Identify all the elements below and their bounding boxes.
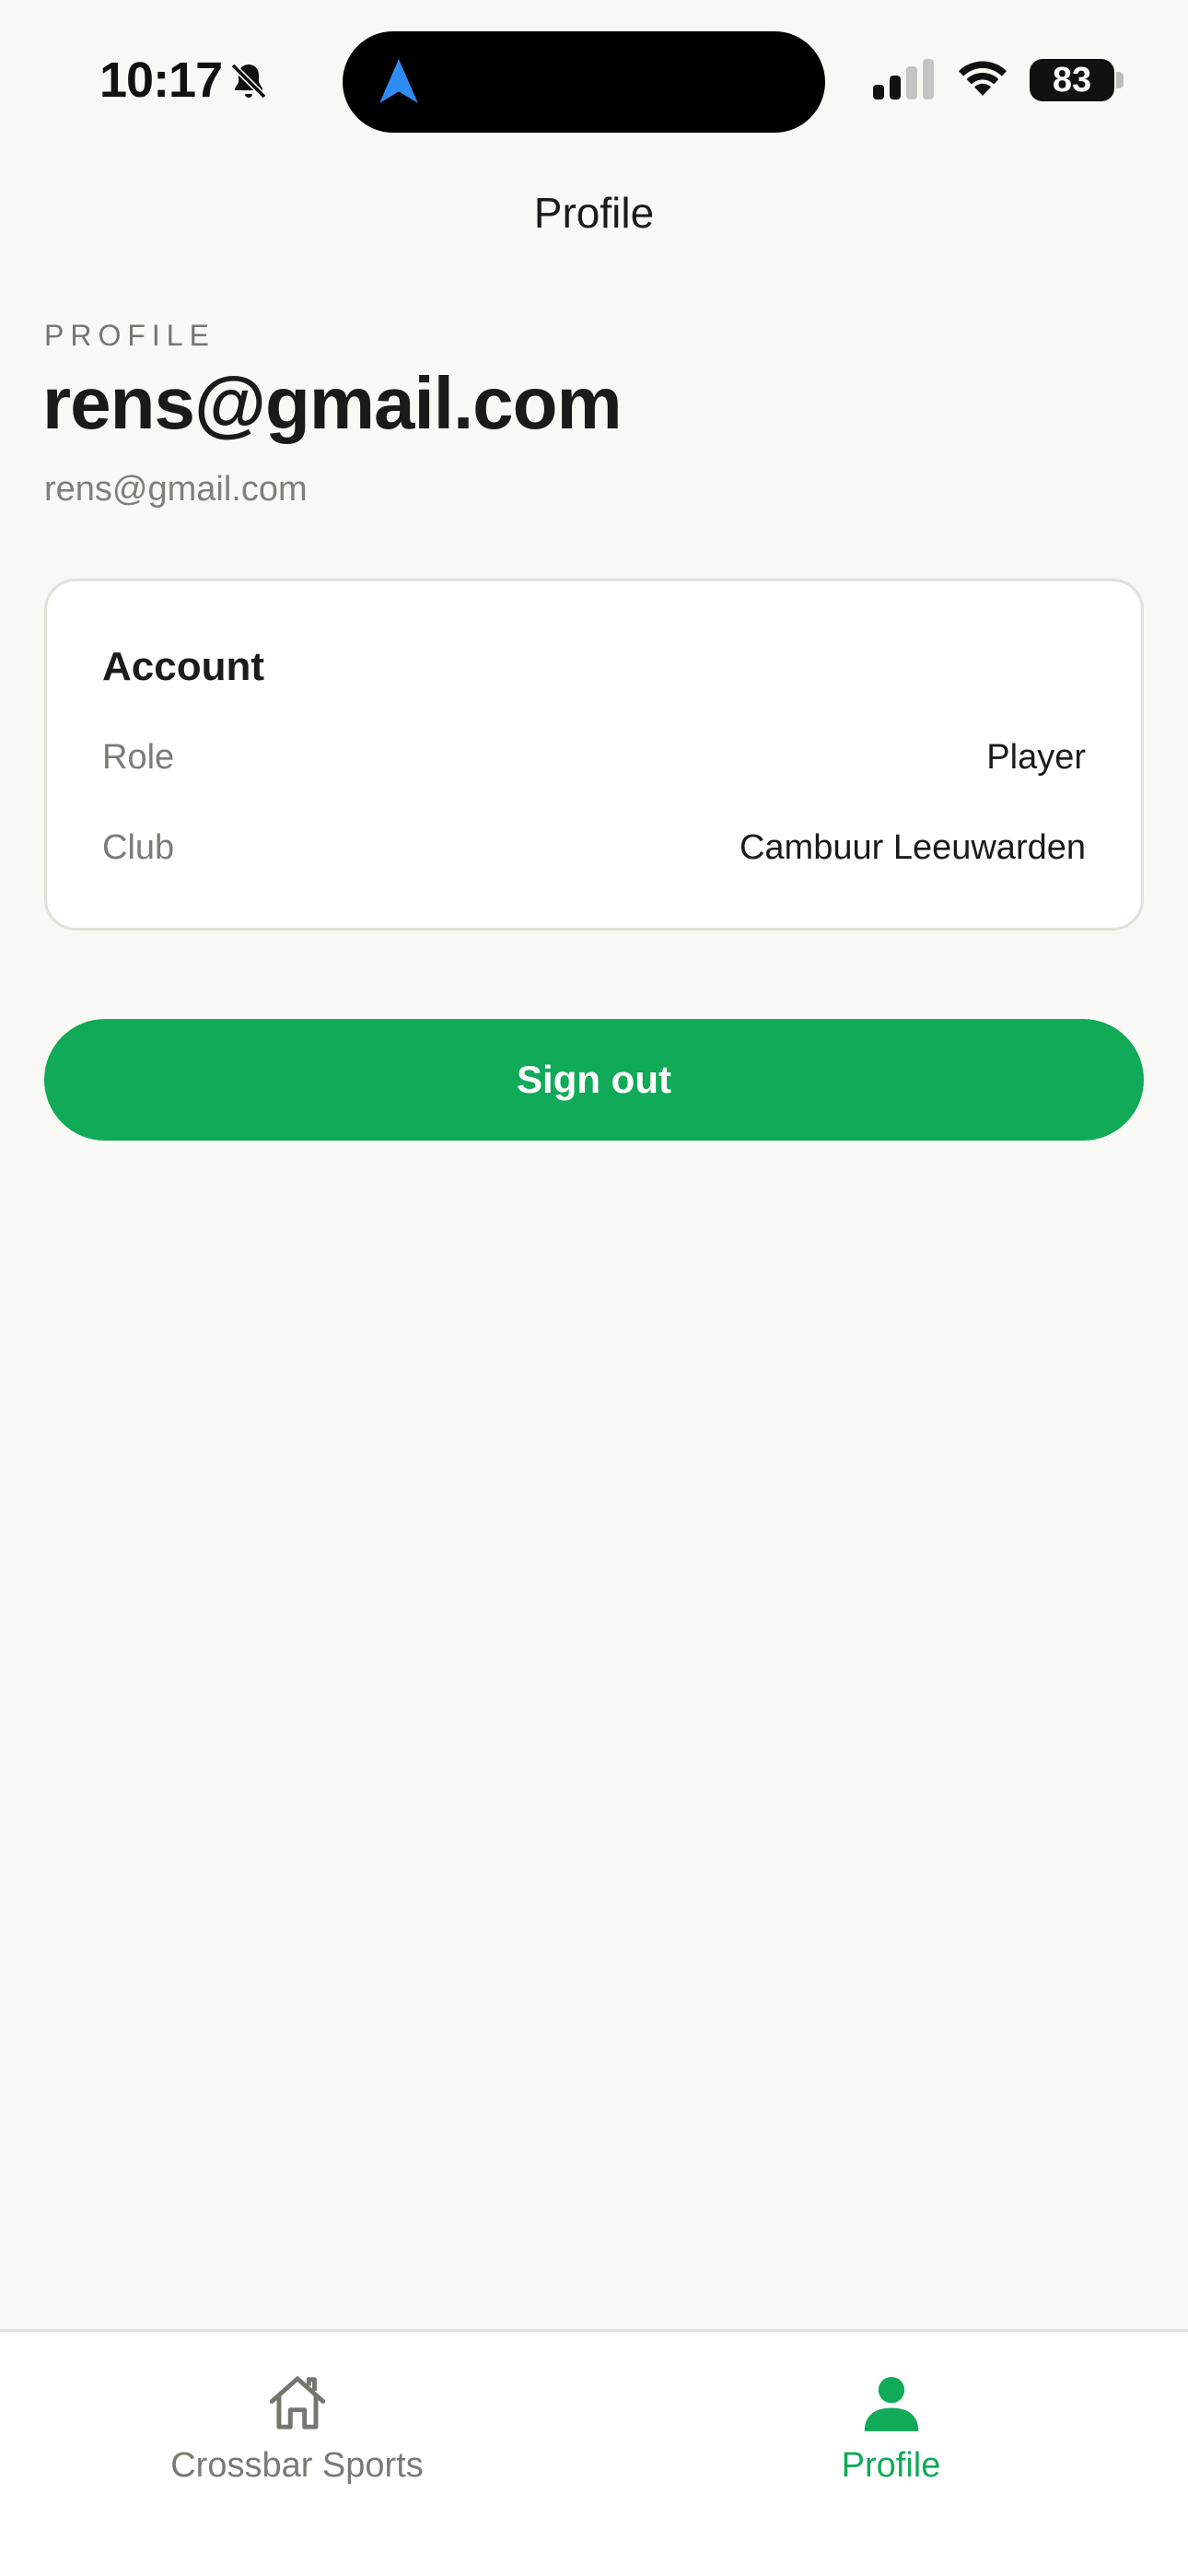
role-label: Role — [102, 738, 175, 777]
account-card: Account Role Player Club Cambuur Leeuwar… — [44, 579, 1144, 931]
tab-label-profile: Profile — [841, 2446, 941, 2485]
profile-eyebrow: PROFILE — [44, 319, 215, 352]
dynamic-island — [343, 31, 825, 133]
profile-name: rens@gmail.com — [42, 362, 623, 444]
navigation-arrow-icon — [379, 59, 418, 103]
account-row-club: Club Cambuur Leeuwarden — [102, 828, 1086, 874]
tab-profile[interactable]: Profile — [594, 2332, 1188, 2535]
status-time: 10:17 — [99, 53, 223, 108]
battery-cap — [1116, 72, 1124, 88]
status-bar: 10:17 83 — [0, 0, 1188, 138]
tab-crossbar-sports[interactable]: Crossbar Sports — [0, 2332, 594, 2535]
bell-off-icon — [230, 63, 267, 100]
tab-bar: Crossbar Sports Profile — [0, 2329, 1188, 2576]
home-icon — [269, 2376, 326, 2430]
sign-out-button[interactable]: Sign out — [44, 1019, 1144, 1141]
account-row-role: Role Player — [102, 738, 1086, 784]
account-card-title: Account — [102, 644, 264, 689]
cellular-signal-icon — [873, 59, 934, 100]
role-value: Player — [986, 738, 1086, 777]
profile-email: rens@gmail.com — [44, 470, 308, 509]
battery-icon: 83 — [1030, 59, 1114, 101]
club-value: Cambuur Leeuwarden — [739, 828, 1086, 867]
tab-label-crossbar-sports: Crossbar Sports — [170, 2446, 424, 2485]
page-title: Profile — [533, 189, 655, 237]
profile-screen: 10:17 83 Profile PROFILE rens@gmail.com … — [0, 0, 1188, 2576]
person-icon — [864, 2376, 919, 2431]
wifi-icon — [959, 61, 1007, 96]
club-label: Club — [102, 828, 175, 867]
